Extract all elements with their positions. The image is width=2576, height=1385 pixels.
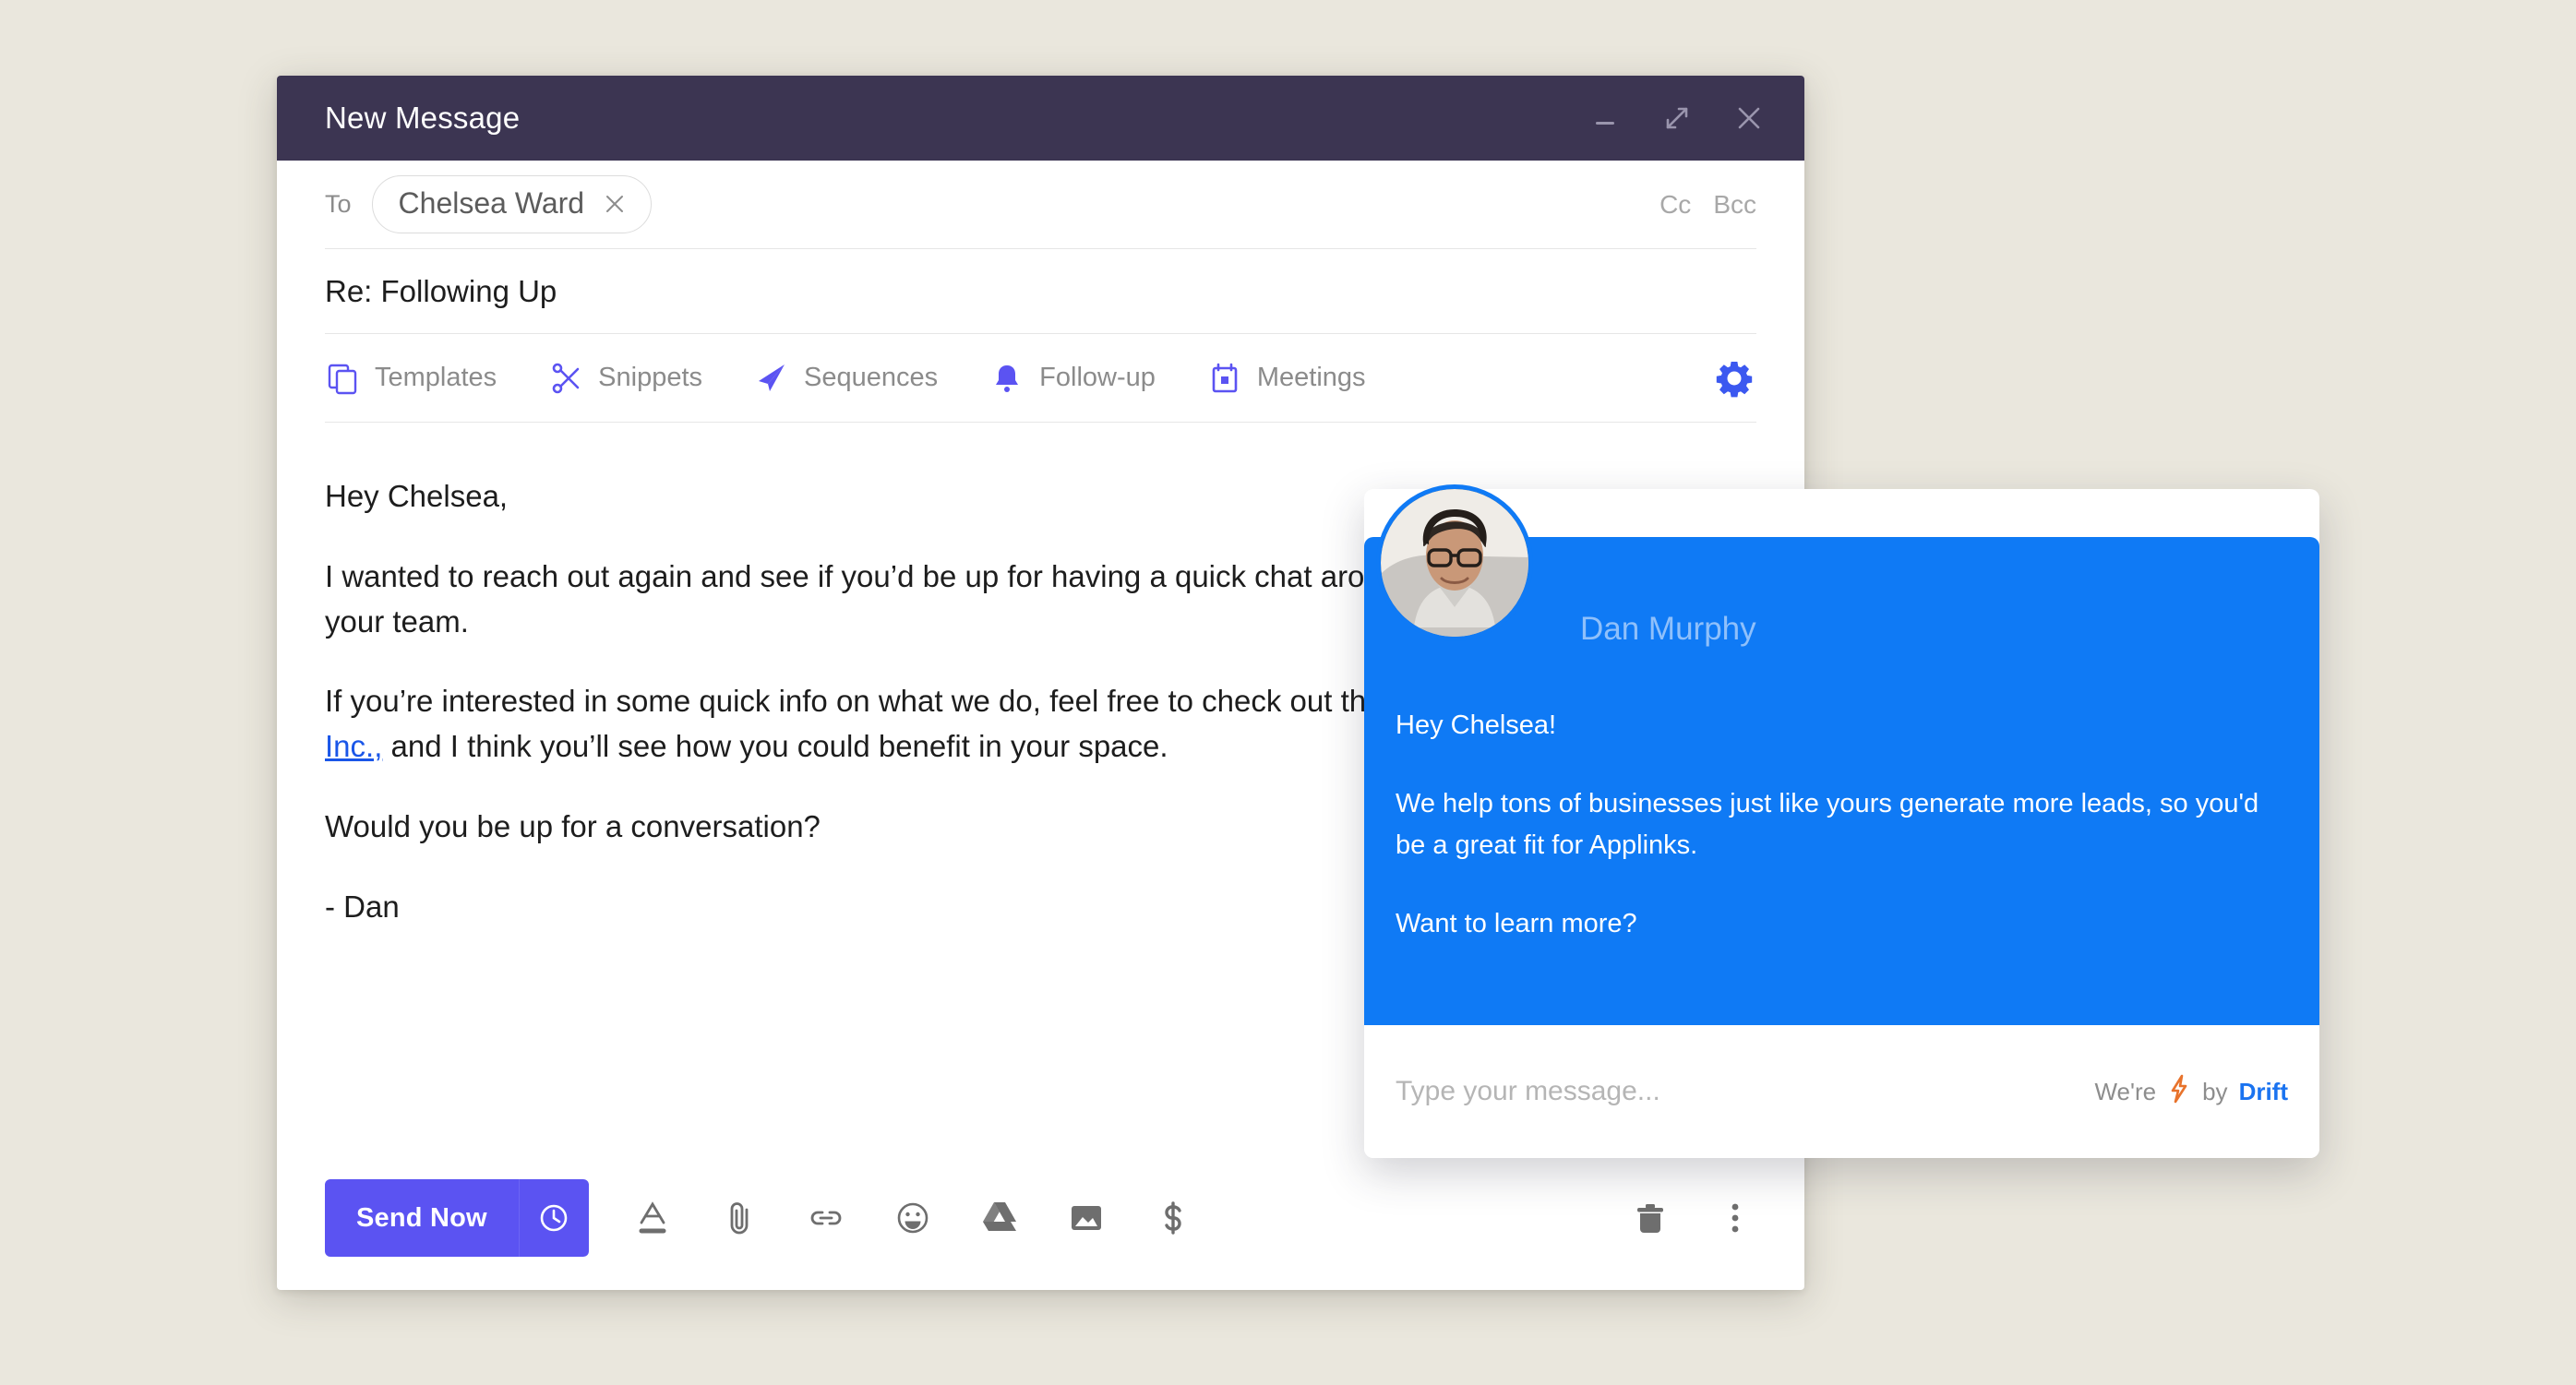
plugin-meetings-label: Meetings (1256, 363, 1366, 392)
remove-recipient-icon[interactable] (603, 192, 627, 216)
page-root: New Message To Chelsea Ward Cc Bcc Re: F… (0, 0, 2576, 1385)
calendar-icon (1207, 361, 1242, 396)
chat-message-input[interactable]: Type your message... (1396, 1076, 1660, 1107)
to-row: To Chelsea Ward Cc Bcc (325, 161, 1756, 249)
emoji-icon[interactable] (892, 1197, 934, 1239)
formatting-tools (631, 1197, 1194, 1239)
window-controls (1585, 98, 1769, 138)
plugin-sequences[interactable]: Sequences (754, 361, 938, 396)
compose-bottom-toolbar: Send Now (277, 1146, 1804, 1290)
chat-message-1: Hey Chelsea! (1396, 710, 1557, 740)
brand-prefix: We're (2094, 1077, 2157, 1105)
google-drive-icon[interactable] (978, 1197, 1021, 1239)
insert-image-icon[interactable] (1065, 1197, 1108, 1239)
paper-plane-icon (754, 361, 789, 396)
drift-chat-widget: Dan Murphy Hey Chelsea! We help tons of … (1364, 489, 2319, 1158)
format-text-icon[interactable] (631, 1197, 674, 1239)
avatar (1381, 489, 1528, 637)
attachment-icon[interactable] (718, 1197, 761, 1239)
body-paragraph-3-post: and I think you’ll see how you could ben… (382, 729, 1168, 764)
plugin-snippets-label: Snippets (598, 363, 703, 392)
to-label: To (325, 190, 352, 218)
send-now-button[interactable]: Send Now (325, 1179, 519, 1257)
right-tools (1629, 1197, 1756, 1239)
dollar-icon[interactable] (1152, 1197, 1194, 1239)
brand-by: by (2202, 1077, 2228, 1105)
trash-icon[interactable] (1629, 1197, 1671, 1239)
plugin-meetings[interactable]: Meetings (1207, 361, 1366, 396)
plugin-snippets[interactable]: Snippets (548, 361, 702, 396)
chat-message-3: Want to learn more? (1396, 908, 1637, 938)
plugin-templates-label: Templates (375, 363, 497, 392)
link-icon[interactable] (805, 1197, 847, 1239)
drift-branding[interactable]: We're by Drift (2094, 1074, 2288, 1110)
scissors-icon (548, 361, 583, 396)
chat-message-2: We help tons of businesses just like you… (1396, 788, 2259, 860)
send-button-group: Send Now (325, 1179, 589, 1257)
recipient-chip[interactable]: Chelsea Ward (371, 175, 653, 233)
expand-icon[interactable] (1657, 98, 1697, 138)
chat-agent-name: Dan Murphy (1580, 611, 1756, 647)
plugin-followup-label: Follow-up (1039, 363, 1156, 392)
plugin-followup[interactable]: Follow-up (989, 361, 1156, 396)
minimize-icon[interactable] (1585, 98, 1625, 138)
close-icon[interactable] (1729, 98, 1769, 138)
drift-link[interactable]: Drift (2239, 1078, 2288, 1106)
more-options-icon[interactable] (1714, 1197, 1756, 1239)
subject-row[interactable]: Re: Following Up (325, 249, 1756, 334)
lightning-bolt-icon (2167, 1074, 2191, 1110)
templates-icon (325, 361, 360, 396)
compose-titlebar: New Message (277, 76, 1804, 161)
gear-icon[interactable] (1714, 358, 1755, 399)
cc-bcc-group: Cc Bcc (1659, 190, 1756, 220)
plugin-toolbar: Templates Snippets Sequences Follow-up M… (325, 334, 1756, 423)
schedule-send-button[interactable] (518, 1179, 589, 1257)
plugin-sequences-label: Sequences (804, 363, 939, 392)
subject-input[interactable]: Re: Following Up (325, 274, 557, 309)
bcc-button[interactable]: Bcc (1713, 190, 1756, 220)
recipient-name: Chelsea Ward (398, 186, 585, 220)
cc-button[interactable]: Cc (1659, 190, 1691, 220)
bell-icon (989, 361, 1024, 396)
window-title: New Message (325, 101, 521, 135)
plugin-templates[interactable]: Templates (325, 361, 497, 396)
chat-input-bar[interactable]: Type your message... We're by Drift (1364, 1025, 2319, 1158)
body-paragraph-3-pre: If you’re interested in some quick info … (325, 684, 1397, 719)
